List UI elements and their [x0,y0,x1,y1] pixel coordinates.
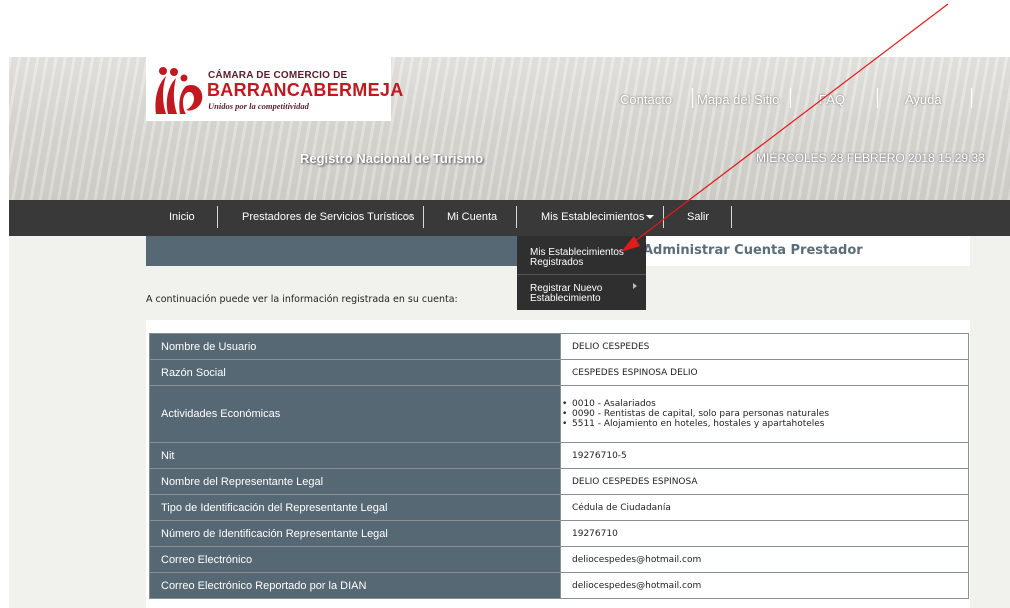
row-value: deliocespedes@hotmail.com [560,546,969,573]
list-item: 0090 - Rentistas de capital, solo para p… [562,409,968,419]
page-title: Administrar Cuenta Prestador [643,243,863,258]
row-value: CESPEDES ESPINOSA DELIO [560,359,969,386]
toplink-divider [971,88,972,108]
row-value: DELIO CESPEDES [560,333,969,360]
faq-link[interactable]: FAQ [819,92,845,107]
activities-list: 0010 - Asalariados 0090 - Rentistas de c… [562,399,968,429]
row-value: 19276710 [560,520,969,547]
account-info-table: Nombre de Usuario DELIO CESPEDES Razón S… [149,333,969,599]
list-item: 5511 - Alojamiento en hoteles, hostales … [562,419,968,429]
table-row: Nombre de Usuario DELIO CESPEDES [149,333,969,360]
table-row: Número de Identificación Representante L… [149,520,969,547]
site-title: Registro Nacional de Turismo [300,151,484,166]
table-row: Correo Electrónico deliocespedes@hotmail… [149,546,969,573]
chamber-logo[interactable]: CÁMARA DE COMERCIO DE BARRANCABERMEJA Un… [146,57,403,121]
row-label: Actividades Económicas [149,385,561,443]
nav-salir[interactable]: Salir [687,211,709,223]
nav-prestadores[interactable]: Prestadores de Servicios Turísticos [242,211,414,223]
submenu-arrow-icon [633,283,637,289]
toplink-divider [692,88,693,108]
table-row: Correo Electrónico Reportado por la DIAN… [149,572,969,599]
nav-divider [663,206,664,228]
dropdown-divider [517,274,646,275]
table-row: Nombre del Representante Legal DELIO CES… [149,468,969,495]
table-row: Actividades Económicas 0010 - Asalariado… [149,385,969,443]
mapa-del-sitio-link[interactable]: Mapa del Sitio [697,92,779,107]
caret-down-icon [405,215,413,219]
dropdown-item-registrados[interactable]: Mis Establecimientos Registrados [530,248,624,268]
nav-divider [731,206,732,228]
current-datetime: MIÉRCOLES 28 FEBRERO 2018 15:29:33 [756,151,985,165]
section-header-bar [146,236,518,266]
ayuda-link[interactable]: Ayuda [905,92,942,107]
table-row: Razón Social CESPEDES ESPINOSA DELIO [149,359,969,386]
nav-mi-cuenta[interactable]: Mi Cuenta [447,211,497,223]
main-nav [9,200,1010,236]
logo-line2: BARRANCABERMEJA [207,80,404,100]
caret-down-icon [646,215,654,219]
row-label: Nombre de Usuario [149,333,561,360]
nav-divider [423,206,424,228]
nav-mis-establecimientos[interactable]: Mis Establecimientos [541,211,644,223]
logo-tagline: Unidos por la competitividad [208,101,309,111]
row-value: Cédula de Ciudadanía [560,494,969,521]
row-label: Correo Electrónico Reportado por la DIAN [149,572,561,599]
intro-text: A continuación puede ver la información … [146,294,458,305]
nav-divider [516,206,517,228]
row-label: Correo Electrónico [149,546,561,573]
row-value: 0010 - Asalariados 0090 - Rentistas de c… [560,385,969,443]
row-label: Tipo de Identificación del Representante… [149,494,561,521]
table-row: Nit 19276710-5 [149,442,969,469]
contacto-link[interactable]: Contacto [620,92,672,107]
list-item: 0010 - Asalariados [562,399,968,409]
row-value: 19276710-5 [560,442,969,469]
logo-mark-icon [155,67,203,114]
nav-divider [217,206,218,228]
row-value: DELIO CESPEDES ESPINOSA [560,468,969,495]
dropdown-item-line: Establecimiento [530,293,601,304]
nav-inicio[interactable]: Inicio [169,211,195,223]
toplink-divider [877,88,878,108]
toplink-divider [790,88,791,108]
row-value: deliocespedes@hotmail.com [560,572,969,599]
row-label: Razón Social [149,359,561,386]
table-row: Tipo de Identificación del Representante… [149,494,969,521]
dropdown-item-registrar-nuevo[interactable]: Registrar Nuevo Establecimiento [530,284,602,304]
row-label: Número de Identificación Representante L… [149,520,561,547]
dropdown-item-line: Registrados [530,257,584,268]
row-label: Nombre del Representante Legal [149,468,561,495]
row-label: Nit [149,442,561,469]
